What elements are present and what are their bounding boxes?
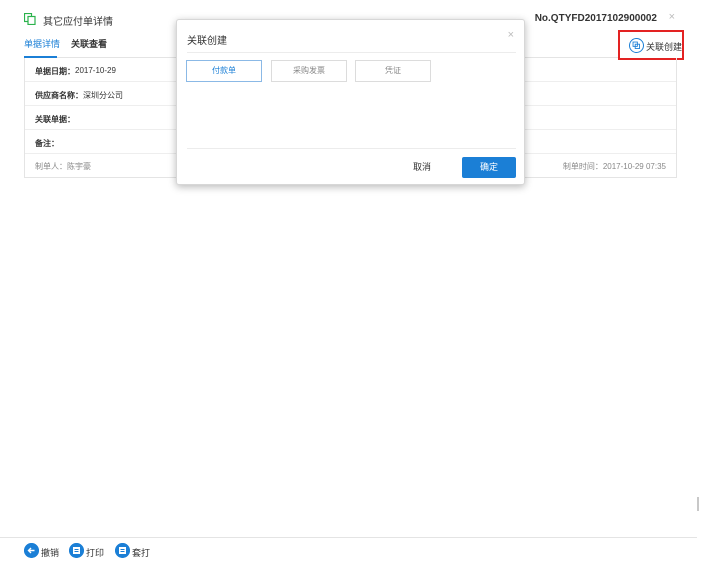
dialog-divider — [187, 52, 516, 53]
dialog-close-icon[interactable]: × — [508, 29, 514, 41]
printer-icon — [69, 543, 84, 558]
remark-label: 备注： — [35, 139, 59, 148]
back-arrow-icon — [24, 543, 39, 558]
template-print-label: 套打 — [132, 548, 151, 558]
related-create-label: 关联创建 — [646, 42, 683, 52]
link-copy-icon — [629, 38, 644, 53]
dialog-footer-divider — [187, 148, 516, 149]
cancel-button[interactable]: 取消 — [413, 160, 431, 173]
close-icon[interactable]: × — [669, 11, 675, 23]
related-doc-label: 关联单据： — [35, 115, 75, 124]
supplier-value: 深圳分公司 — [83, 91, 123, 100]
print-label: 打印 — [86, 548, 105, 558]
related-create-button[interactable]: 关联创建 — [618, 30, 684, 60]
option-purchase-invoice[interactable]: 采购发票 — [271, 60, 347, 82]
confirm-button[interactable]: 确定 — [462, 157, 516, 178]
tab-document-detail[interactable]: 单据详情 — [24, 37, 60, 50]
related-create-dialog: 关联创建 × 付款单 采购发票 凭证 取消 确定 — [176, 19, 525, 185]
scrollbar-thumb[interactable] — [697, 497, 699, 511]
document-number: No.QTYFD2017102900002 — [534, 13, 657, 24]
printer-icon — [115, 543, 130, 558]
bottom-divider — [0, 537, 697, 538]
make-time-text: 制单时间：2017-10-29 07:35 — [562, 162, 666, 171]
tab-related-view[interactable]: 关联查看 — [71, 37, 107, 50]
date-label: 单据日期： — [35, 67, 75, 76]
supplier-label: 供应商名称： — [35, 91, 83, 100]
option-payment-order[interactable]: 付款单 — [186, 60, 262, 82]
copy-doc-icon — [24, 13, 36, 25]
revoke-label: 撤销 — [41, 548, 60, 558]
page-title: 其它应付单详情 — [43, 17, 113, 28]
option-voucher[interactable]: 凭证 — [355, 60, 431, 82]
maker-text: 制单人：陈宇豪 — [35, 162, 91, 171]
date-value: 2017-10-29 — [75, 66, 116, 75]
dialog-title: 关联创建 — [187, 36, 227, 47]
